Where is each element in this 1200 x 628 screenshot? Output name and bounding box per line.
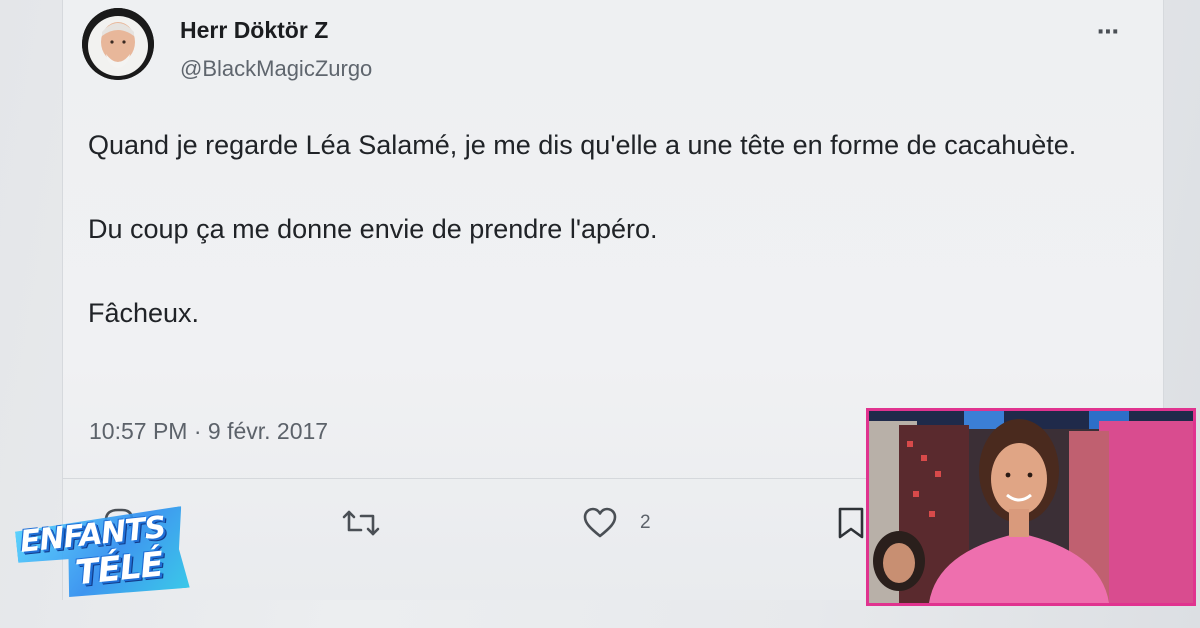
author-avatar[interactable] — [82, 8, 154, 80]
tweet-timestamp[interactable]: 10:57 PM · 9 févr. 2017 — [89, 418, 328, 445]
heart-icon — [583, 507, 617, 538]
picture-in-picture-video — [866, 408, 1196, 606]
tweet-paragraph: Fâcheux. — [88, 298, 200, 328]
author-name[interactable]: Herr Döktör Z — [180, 17, 328, 44]
presenter-video-frame — [869, 411, 1193, 603]
author-handle[interactable]: @BlackMagicZurgo — [180, 56, 372, 82]
bookmark-icon — [838, 507, 864, 539]
retweet-button[interactable] — [341, 508, 381, 538]
enfants-tele-logo: ENFANTS TÉLÉ — [13, 497, 202, 615]
tweet-body: Quand je regarde Léa Salamé, je me dis q… — [88, 124, 1098, 334]
like-button[interactable] — [582, 507, 618, 539]
tweet-paragraph: Du coup ça me donne envie de prendre l'a… — [88, 214, 658, 244]
more-options-icon[interactable]: ⋯ — [1097, 21, 1131, 43]
retweet-icon — [342, 510, 380, 536]
bookmark-button[interactable] — [836, 506, 866, 540]
like-count: 2 — [640, 512, 651, 533]
tweet-paragraph: Quand je regarde Léa Salamé, je me dis q… — [88, 130, 1077, 160]
